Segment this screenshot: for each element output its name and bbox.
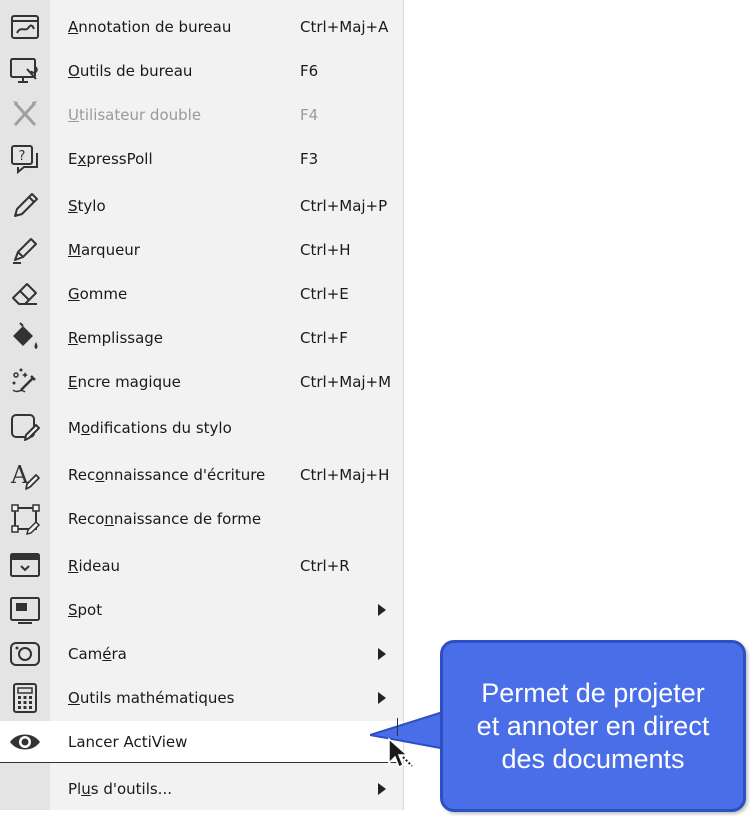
marker-icon xyxy=(4,230,46,270)
menu-item-label: Stylo xyxy=(68,197,106,215)
menu-item-shortcut: Ctrl+R xyxy=(300,557,350,575)
menu-item-label: Lancer ActiView xyxy=(68,732,188,751)
submenu-arrow-icon xyxy=(378,604,386,616)
menu-item-shortcut: F4 xyxy=(300,106,319,124)
handwriting-recognition-icon: A xyxy=(4,455,46,495)
submenu-arrow-icon xyxy=(378,692,386,704)
menu-item-encre-magique[interactable]: Encre magique Ctrl+Maj+M xyxy=(0,361,403,403)
menu-item-gomme[interactable]: Gomme Ctrl+E xyxy=(0,273,403,315)
shape-recognition-icon xyxy=(4,499,46,539)
calculator-icon xyxy=(4,678,46,718)
eye-icon xyxy=(4,722,46,762)
menu-item-expresspoll[interactable]: ? ExpressPoll F3 xyxy=(0,138,403,180)
menu-item-lancer-actiview[interactable]: Lancer ActiView xyxy=(0,721,403,763)
menu-item-plus-d-outils[interactable]: Plus d'outils... xyxy=(0,768,403,810)
menu-item-label: Outils mathématiques xyxy=(68,689,235,707)
menu-item-shortcut: Ctrl+F xyxy=(300,329,348,347)
menu-item-label: Annotation de bureau xyxy=(68,18,232,36)
menu-item-label: Spot xyxy=(68,601,103,619)
menu-item-spot[interactable]: Spot xyxy=(0,589,403,631)
spotlight-icon xyxy=(4,590,46,630)
submenu-arrow-icon xyxy=(378,783,386,795)
eraser-icon xyxy=(4,274,46,314)
menu-item-label: Plus d'outils... xyxy=(68,780,172,798)
callout-bubble: Permet de projeter et annoter en direct … xyxy=(440,640,746,812)
menu-item-modifications-du-stylo[interactable]: Modifications du stylo xyxy=(0,407,403,449)
pen-icon xyxy=(4,186,46,226)
tools-context-menu: Annotation de bureau Ctrl+Maj+A Outils de … xyxy=(0,0,404,810)
menu-item-shortcut: F6 xyxy=(300,62,319,80)
submenu-arrow-icon xyxy=(378,648,386,660)
menu-item-label: Outils de bureau xyxy=(68,62,193,80)
menu-item-label: Gomme xyxy=(68,285,128,303)
menu-item-label: Marqueur xyxy=(68,241,140,259)
dual-user-icon xyxy=(4,95,46,135)
menu-item-label: Encre magique xyxy=(68,373,181,391)
menu-item-shortcut: Ctrl+H xyxy=(300,241,351,259)
menu-item-label: Rideau xyxy=(68,557,121,575)
expresspoll-icon: ? xyxy=(4,139,46,179)
menu-item-label: Remplissage xyxy=(68,329,164,347)
menu-item-shortcut: Ctrl+E xyxy=(300,285,349,303)
menu-item-shortcut: Ctrl+Maj+H xyxy=(300,466,390,484)
mouse-cursor-icon xyxy=(388,737,413,769)
menu-separator-marker xyxy=(397,718,398,736)
menu-item-remplissage[interactable]: Remplissage Ctrl+F xyxy=(0,317,403,359)
menu-item-shortcut: Ctrl+Maj+A xyxy=(300,18,389,36)
menu-item-reconnaissance-d-ecriture[interactable]: A Reconnaissance d'écriture Ctrl+Maj+H xyxy=(0,454,403,496)
desktop-tools-icon xyxy=(4,51,46,91)
menu-item-label: Utilisateur double xyxy=(68,106,202,124)
curtain-icon xyxy=(4,546,46,586)
menu-item-shortcut: Ctrl+Maj+P xyxy=(300,197,388,215)
pen-modifiers-icon xyxy=(4,408,46,448)
callout-line-1: Permet de projeter xyxy=(481,677,705,708)
camera-icon xyxy=(4,634,46,674)
menu-item-label: ExpressPoll xyxy=(68,150,153,168)
menu-item-shortcut: F3 xyxy=(300,150,319,168)
menu-item-utilisateur-double[interactable]: Utilisateur double F4 xyxy=(0,94,403,136)
menu-item-label: Reconnaissance d'écriture xyxy=(68,466,266,484)
menu-item-rideau[interactable]: Rideau Ctrl+R xyxy=(0,545,403,587)
menu-item-outils-de-bureau[interactable]: Outils de bureau F6 xyxy=(0,50,403,92)
menu-item-reconnaissance-de-forme[interactable]: Reconnaissance de forme xyxy=(0,498,403,540)
menu-item-annotation-de-bureau[interactable]: Annotation de bureau Ctrl+Maj+A xyxy=(0,6,403,48)
desktop-annotation-icon xyxy=(4,7,46,47)
menu-item-label: Caméra xyxy=(68,645,127,663)
callout-line-3: des documents xyxy=(501,743,685,774)
magic-ink-icon xyxy=(4,362,46,402)
fill-bucket-icon xyxy=(4,318,46,358)
menu-item-label: Reconnaissance de forme xyxy=(68,510,262,528)
menu-item-shortcut: Ctrl+Maj+M xyxy=(300,373,392,391)
menu-item-camera[interactable]: Caméra xyxy=(0,633,403,675)
menu-item-label: Modifications du stylo xyxy=(68,419,232,437)
svg-text:?: ? xyxy=(19,149,26,164)
menu-item-stylo[interactable]: Stylo Ctrl+Maj+P xyxy=(0,185,403,227)
menu-item-marqueur[interactable]: Marqueur Ctrl+H xyxy=(0,229,403,271)
callout-line-2: et annoter en direct xyxy=(476,710,710,741)
menu-item-outils-mathematiques[interactable]: Outils mathématiques xyxy=(0,677,403,719)
